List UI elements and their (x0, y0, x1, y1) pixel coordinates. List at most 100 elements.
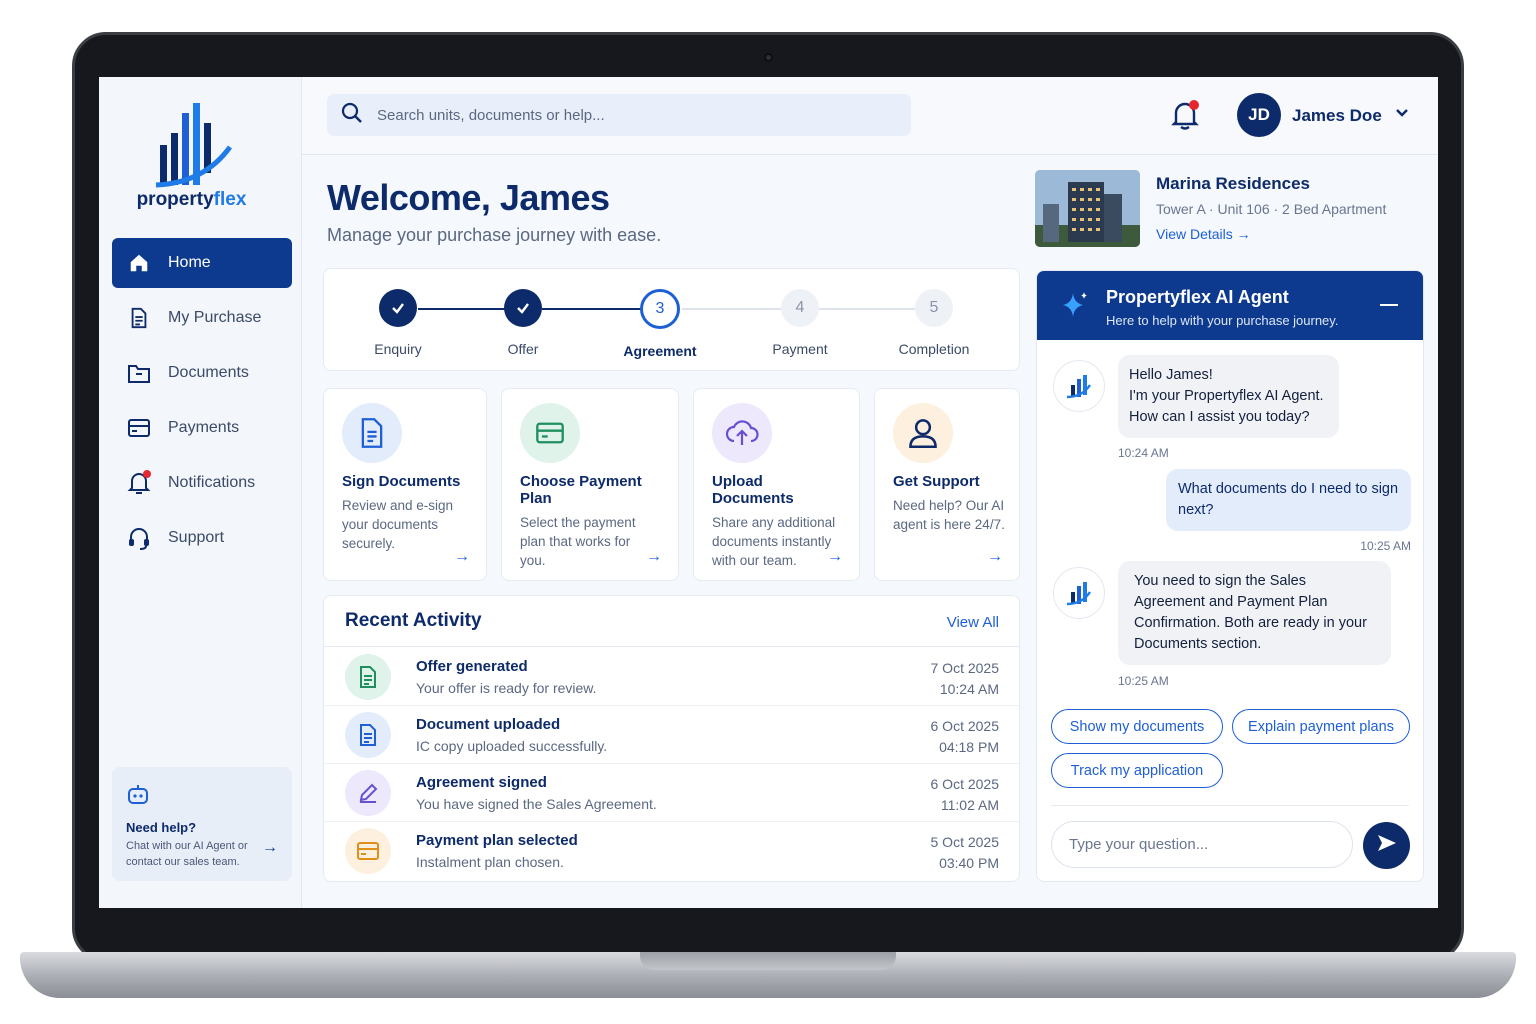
step-number: 3 (640, 289, 680, 329)
notifications-bell-icon[interactable] (1170, 99, 1200, 131)
arrow-right-icon[interactable]: → (262, 839, 278, 857)
step-label: Agreement (623, 343, 697, 359)
purchase-stepper: Enquiry Offer 3 Agreement 4 Payment 5 Co… (323, 268, 1020, 371)
document-check-icon (345, 654, 391, 700)
activity-row[interactable]: Offer generated Your offer is ready for … (324, 648, 1019, 706)
step-agreement[interactable]: 3 Agreement (600, 289, 720, 359)
chat-input[interactable]: Type your question... (1051, 821, 1353, 868)
arrow-right-icon: → (1236, 226, 1251, 242)
sidebar-item-payments[interactable]: Payments (112, 403, 292, 453)
bot-message-line: I'm your Propertyflex AI Agent. (1129, 388, 1324, 404)
activity-title: Payment plan selected (416, 832, 578, 849)
activity-date: 7 Oct 2025 (930, 660, 1000, 676)
card-sign-documents[interactable]: Sign Documents Review and e-sign your do… (323, 388, 487, 581)
step-label: Completion (898, 341, 970, 357)
step-completion[interactable]: 5 Completion (874, 289, 994, 357)
chip-track-application[interactable]: Track my application (1051, 753, 1223, 788)
ai-agent-panel: Propertyflex AI Agent Here to help with … (1036, 270, 1424, 882)
sign-document-icon (342, 403, 402, 463)
activity-datetime: 6 Oct 2025 04:18 PM (931, 716, 1000, 758)
sparkle-icon (1059, 289, 1091, 326)
help-title: Need help? (126, 820, 197, 835)
activity-row[interactable]: Document uploaded IC copy uploaded succe… (324, 706, 1019, 764)
step-offer[interactable]: Offer (463, 289, 583, 357)
bot-message: Hello James! I'm your Propertyflex AI Ag… (1118, 355, 1339, 438)
activity-row[interactable]: Payment plan selected Instalment plan ch… (324, 822, 1019, 880)
card-choose-payment-plan[interactable]: Choose Payment Plan Select the payment p… (501, 388, 679, 581)
activity-description: You have signed the Sales Agreement. (416, 796, 657, 812)
check-icon (504, 289, 542, 327)
user-name[interactable]: James Doe (1292, 106, 1382, 126)
bot-message: You need to sign the Sales Agreement and… (1118, 561, 1391, 665)
bot-avatar-icon (1053, 360, 1105, 412)
sidebar-item-documents[interactable]: Documents (112, 348, 292, 398)
arrow-right-icon: → (987, 548, 1003, 565)
chip-explain-payment-plans[interactable]: Explain payment plans (1232, 709, 1410, 744)
camera (764, 53, 773, 62)
bot-message-line: How can I assist you today? (1129, 409, 1310, 425)
sidebar-item-label: Documents (168, 364, 249, 381)
step-payment[interactable]: 4 Payment (740, 289, 860, 357)
arrow-right-icon: → (827, 548, 843, 565)
sidebar-item-notifications[interactable]: Notifications (112, 458, 292, 508)
avatar[interactable]: JD (1237, 93, 1281, 137)
sidebar-item-my-purchase[interactable]: My Purchase (112, 293, 292, 343)
user-support-icon (893, 403, 953, 463)
robot-icon (126, 785, 150, 809)
payment-card-icon (520, 403, 580, 463)
page-subtitle: Manage your purchase journey with ease. (327, 225, 662, 245)
card-upload-documents[interactable]: Upload Documents Share any additional do… (693, 388, 860, 581)
message-time: 10:25 AM (1118, 674, 1169, 688)
activity-date: 5 Oct 2025 (930, 834, 1000, 850)
laptop-notch (640, 952, 896, 970)
step-number: 4 (781, 289, 819, 327)
document-icon (126, 305, 152, 331)
payment-card-icon (345, 828, 391, 874)
page-title: Welcome, James (327, 177, 610, 218)
activity-description: Your offer is ready for review. (416, 680, 597, 696)
card-description: Select the payment plan that works for y… (520, 515, 636, 568)
search-placeholder: Search units, documents or help... (377, 106, 605, 124)
arrow-right-icon: → (646, 548, 662, 565)
card-get-support[interactable]: Get Support Need help? Our AI agent is h… (874, 388, 1020, 581)
minimize-icon[interactable] (1380, 304, 1398, 306)
sidebar-item-support[interactable]: Support (112, 513, 292, 563)
sidebar: propertyflex Home My Purchase Documents … (99, 77, 302, 908)
folder-icon (126, 360, 152, 386)
card-title: Get Support (893, 473, 980, 490)
property-meta: Tower A · Unit 106 · 2 Bed Apartment (1156, 201, 1387, 217)
view-all-link[interactable]: View All (947, 614, 999, 631)
view-details-link[interactable]: View Details → (1156, 226, 1251, 242)
step-enquiry[interactable]: Enquiry (338, 289, 458, 357)
view-details-label: View Details (1156, 226, 1233, 242)
card-title: Choose Payment Plan (520, 473, 642, 507)
user-message: What documents do I need to sign next? (1166, 469, 1411, 531)
brand-name-part1: property (136, 189, 214, 210)
bell-icon (126, 470, 152, 496)
send-button[interactable] (1363, 822, 1410, 869)
sidebar-item-label: Support (168, 529, 225, 546)
chevron-down-icon[interactable] (1394, 104, 1410, 125)
chip-show-documents[interactable]: Show my documents (1051, 709, 1223, 744)
property-name: Marina Residences (1156, 174, 1311, 193)
check-icon (379, 289, 417, 327)
help-box[interactable]: Need help? Chat with our AI Agent or con… (112, 767, 292, 881)
card-title: Upload Documents (712, 473, 794, 507)
topbar: Search units, documents or help... JD Ja… (302, 77, 1438, 155)
activity-title: Offer generated (416, 658, 528, 675)
sidebar-item-label: Home (168, 254, 211, 271)
activity-row[interactable]: Agreement signed You have signed the Sal… (324, 764, 1019, 822)
cloud-upload-icon (712, 403, 772, 463)
pen-icon (345, 770, 391, 816)
sidebar-item-label: Payments (168, 419, 240, 436)
activity-time: 10:24 AM (939, 681, 999, 697)
ai-panel-title: Propertyflex AI Agent (1106, 287, 1289, 307)
property-image (1035, 170, 1140, 247)
step-label: Offer (507, 341, 539, 357)
search-icon (341, 102, 363, 129)
document-icon (345, 712, 391, 758)
sidebar-item-home[interactable]: Home (112, 238, 292, 288)
search-input[interactable]: Search units, documents or help... (327, 94, 911, 136)
bot-avatar-icon (1053, 567, 1105, 619)
ai-panel-header: Propertyflex AI Agent Here to help with … (1037, 271, 1423, 340)
